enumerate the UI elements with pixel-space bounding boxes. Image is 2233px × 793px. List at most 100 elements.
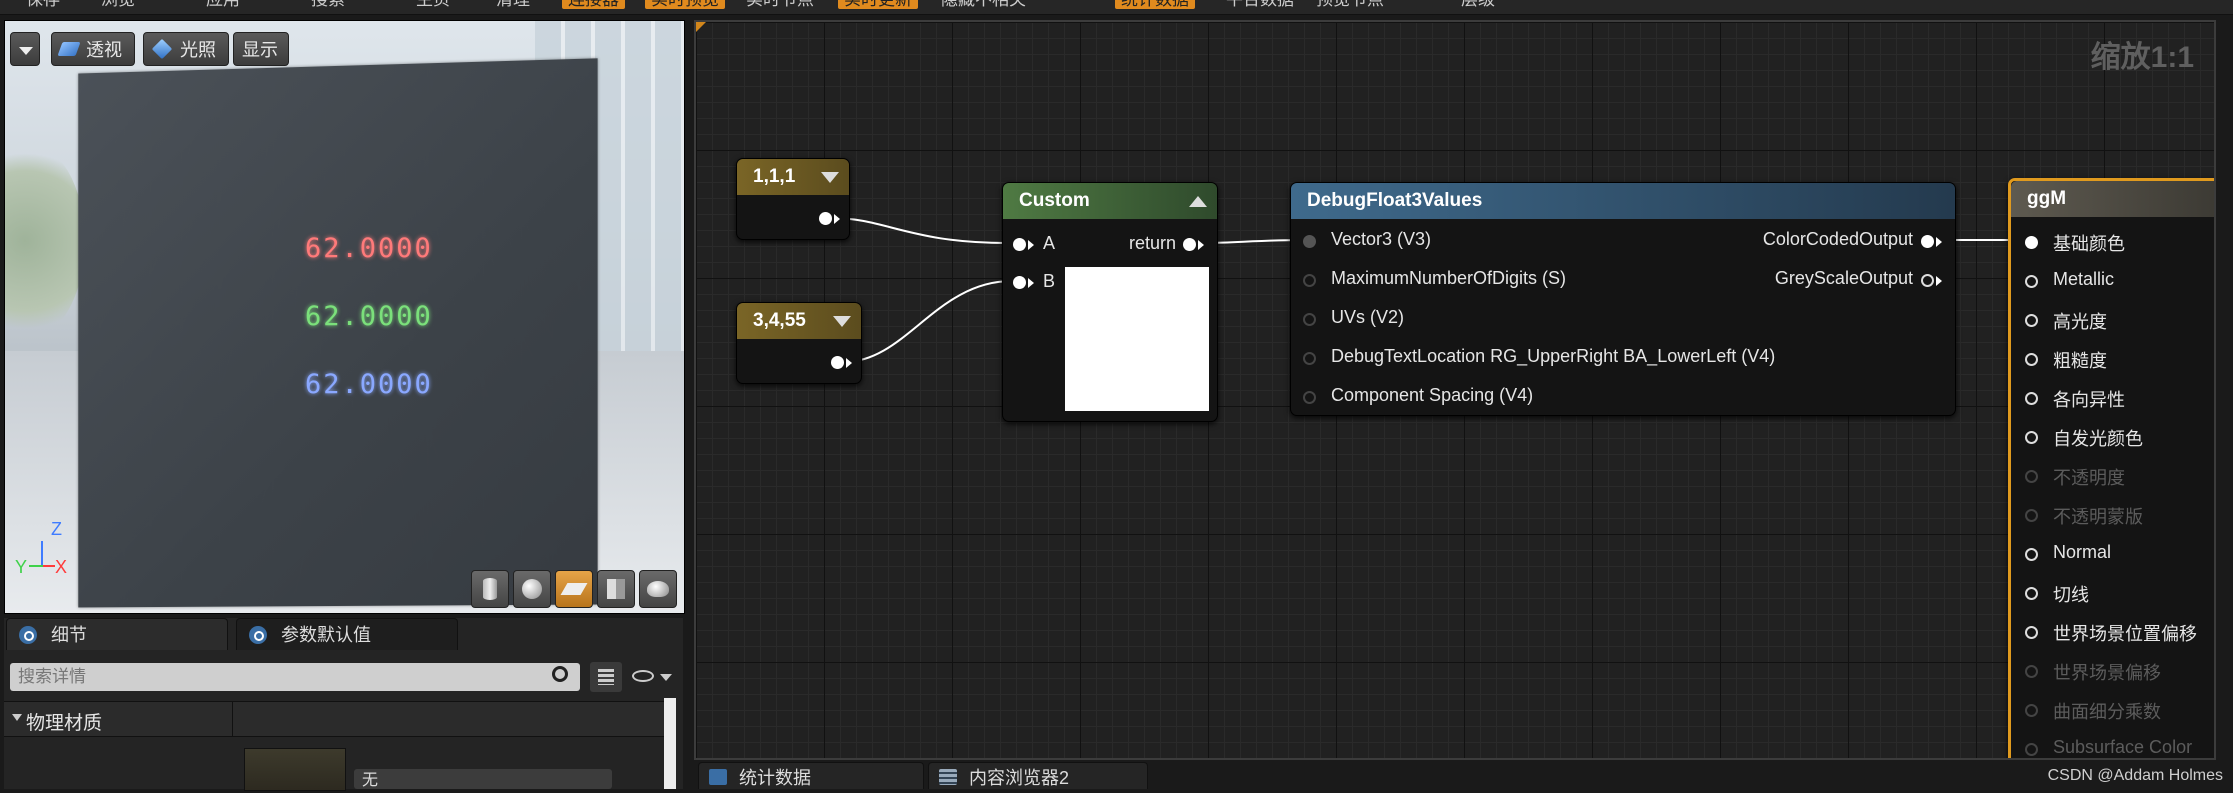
toolbar-apply-button[interactable]: 应用 — [200, 0, 246, 9]
input-component-spacing-label: Component Spacing (V4) — [1331, 385, 1534, 405]
lighting-label: 光照 — [180, 40, 216, 60]
material-input-pin[interactable] — [2025, 665, 2038, 678]
material-input-pin[interactable] — [2025, 548, 2038, 561]
debug-float3-values-node[interactable]: DebugFloat3Values Vector3 (V3) MaximumNu… — [1290, 182, 1956, 416]
view-options-grid-button[interactable] — [590, 662, 622, 692]
toolbar-home-button[interactable]: 主页 — [410, 0, 456, 9]
viewport-lighting-button[interactable]: 光照 — [143, 32, 229, 66]
toolbar-live-update-toggle[interactable]: 实时更新 — [838, 0, 918, 9]
search-icon — [552, 666, 568, 682]
perspective-label: 透视 — [86, 40, 122, 60]
collapse-triangle-icon[interactable] — [1189, 196, 1207, 207]
output-greyscale-label: GreyScaleOutput — [1774, 268, 1913, 288]
credit-watermark: CSDN @Addam Holmes — [2047, 767, 2223, 784]
constant-vector-node-2[interactable]: 3,4,55 — [736, 302, 862, 384]
visibility-filter-dropdown[interactable] — [632, 666, 676, 688]
viewport-show-button[interactable]: 显示 — [233, 32, 289, 66]
toolbar-platform-stats-toggle[interactable]: 平台数据 — [1220, 0, 1300, 9]
input-pin-component-spacing[interactable] — [1303, 391, 1316, 404]
main-toolbar: 保存 浏览 应用 搜索 主页 清理 连接器 实时预览 实时节点 实时更新 隐藏不… — [0, 0, 2233, 15]
input-pin-text-location[interactable] — [1303, 352, 1316, 365]
output-pin-greyscale[interactable] — [1921, 274, 1934, 287]
material-input-label: 世界场景位置偏移 — [2053, 624, 2197, 644]
material-input-pin[interactable] — [2025, 743, 2038, 756]
material-input-label: Normal — [2053, 542, 2112, 562]
cube-icon[interactable] — [597, 570, 635, 608]
details-search-input[interactable]: 搜索详情 — [10, 663, 580, 691]
material-input-pin[interactable] — [2025, 236, 2038, 249]
grid-icon — [598, 669, 614, 685]
toolbar-connectors-toggle[interactable]: 连接器 — [562, 0, 625, 9]
tab-parameter-defaults[interactable]: 参数默认值 — [236, 618, 458, 650]
details-scrollbar[interactable] — [664, 698, 676, 789]
pin-arrow-icon — [1028, 240, 1034, 250]
teapot-icon[interactable] — [639, 570, 677, 608]
category-physical-material[interactable]: 物理材质 — [4, 701, 664, 737]
collapse-triangle-icon[interactable] — [833, 316, 851, 327]
toolbar-clean-button[interactable]: 清理 — [490, 0, 536, 9]
plane-icon[interactable] — [555, 570, 593, 608]
tab-content-browser[interactable]: 内容浏览器2 — [928, 762, 1148, 789]
input-pin-max-digits[interactable] — [1303, 274, 1316, 287]
category-label: 物理材质 — [26, 713, 103, 734]
input-vector3-label: Vector3 (V3) — [1331, 229, 1432, 249]
toolbar-live-preview-toggle[interactable]: 实时预览 — [645, 0, 725, 9]
material-input-pin[interactable] — [2025, 587, 2038, 600]
details-panel: 细节 参数默认值 搜索详情 物理材质 无 — [4, 618, 683, 791]
debug-value-green: 62.0000 — [305, 301, 433, 332]
debug-value-blue: 62.0000 — [305, 369, 433, 400]
sphere-icon[interactable] — [513, 570, 551, 608]
toolbar-browse-button[interactable]: 浏览 — [95, 0, 141, 9]
material-input-pin[interactable] — [2025, 626, 2038, 639]
toolbar-hide-unrelated-toggle[interactable]: 隐藏不相关 — [935, 0, 1032, 9]
material-input-pin[interactable] — [2025, 353, 2038, 366]
pin-arrow-icon — [1936, 276, 1942, 286]
toolbar-preview-node-button[interactable]: 预览节点 — [1310, 0, 1390, 9]
tab-parameter-defaults-label: 参数默认值 — [281, 625, 371, 645]
material-input-pin[interactable] — [2025, 275, 2038, 288]
input-pin-a[interactable] — [1013, 238, 1026, 251]
material-input-pin[interactable] — [2025, 392, 2038, 405]
custom-node[interactable]: Custom A return B — [1002, 182, 1218, 422]
pin-arrow-icon — [1936, 237, 1942, 247]
toolbar-search-button[interactable]: 搜索 — [305, 0, 351, 9]
output-pin[interactable] — [819, 212, 832, 225]
expand-arrow-icon — [12, 714, 22, 721]
node-header: 1,1,1 — [737, 159, 849, 195]
pin-arrow-icon — [1028, 278, 1034, 288]
material-input-pin[interactable] — [2025, 470, 2038, 483]
node-header: 3,4,55 — [737, 303, 861, 339]
toolbar-save-button[interactable]: 保存 — [20, 0, 66, 9]
material-result-node[interactable]: ggM 基础颜色 Metallic 高光度 粗糙度 各向异性 自发光颜色 不透明度 不透明蒙版… — [2008, 178, 2214, 758]
toolbar-live-nodes-toggle[interactable]: 实时节点 — [740, 0, 820, 9]
input-pin-vector3[interactable] — [1303, 235, 1316, 248]
output-pin-color-coded[interactable] — [1921, 235, 1934, 248]
output-pin[interactable] — [831, 356, 844, 369]
input-pin-b[interactable] — [1013, 276, 1026, 289]
tab-details[interactable]: 细节 — [6, 618, 228, 650]
wire-const2-to-custom-b — [843, 280, 1013, 363]
constant-vector-node-1[interactable]: 1,1,1 — [736, 158, 850, 240]
toolbar-hierarchy-button[interactable]: 层级 — [1455, 0, 1501, 9]
material-input-label: 曲面细分乘数 — [2053, 702, 2161, 722]
material-graph-canvas[interactable]: 缩放1:1 材质 1,1,1 3,4,55 Custom A ret — [694, 20, 2216, 760]
perspective-icon — [57, 42, 81, 56]
tab-stats[interactable]: 统计数据 — [698, 762, 924, 789]
collapse-triangle-icon[interactable] — [821, 172, 839, 183]
input-pin-uvs[interactable] — [1303, 313, 1316, 326]
cylinder-icon[interactable] — [471, 570, 509, 608]
toolbar-stats-toggle[interactable]: 统计数据 — [1115, 0, 1195, 9]
viewport-options-dropdown[interactable] — [10, 32, 40, 66]
material-input-pin[interactable] — [2025, 509, 2038, 522]
viewport-perspective-button[interactable]: 透视 — [51, 32, 135, 66]
axis-z-line — [41, 541, 43, 565]
input-a-label: A — [1043, 233, 1056, 253]
node-title: 3,4,55 — [753, 310, 806, 331]
material-input-pin[interactable] — [2025, 704, 2038, 717]
physical-material-select[interactable]: 无 — [354, 769, 612, 789]
output-pin-return[interactable] — [1183, 238, 1196, 251]
material-preview-viewport[interactable]: 62.0000 62.0000 62.0000 透视 光照 显示 Z Y X — [4, 20, 685, 614]
physical-material-thumbnail — [244, 748, 346, 791]
material-input-pin[interactable] — [2025, 431, 2038, 444]
material-input-pin[interactable] — [2025, 314, 2038, 327]
